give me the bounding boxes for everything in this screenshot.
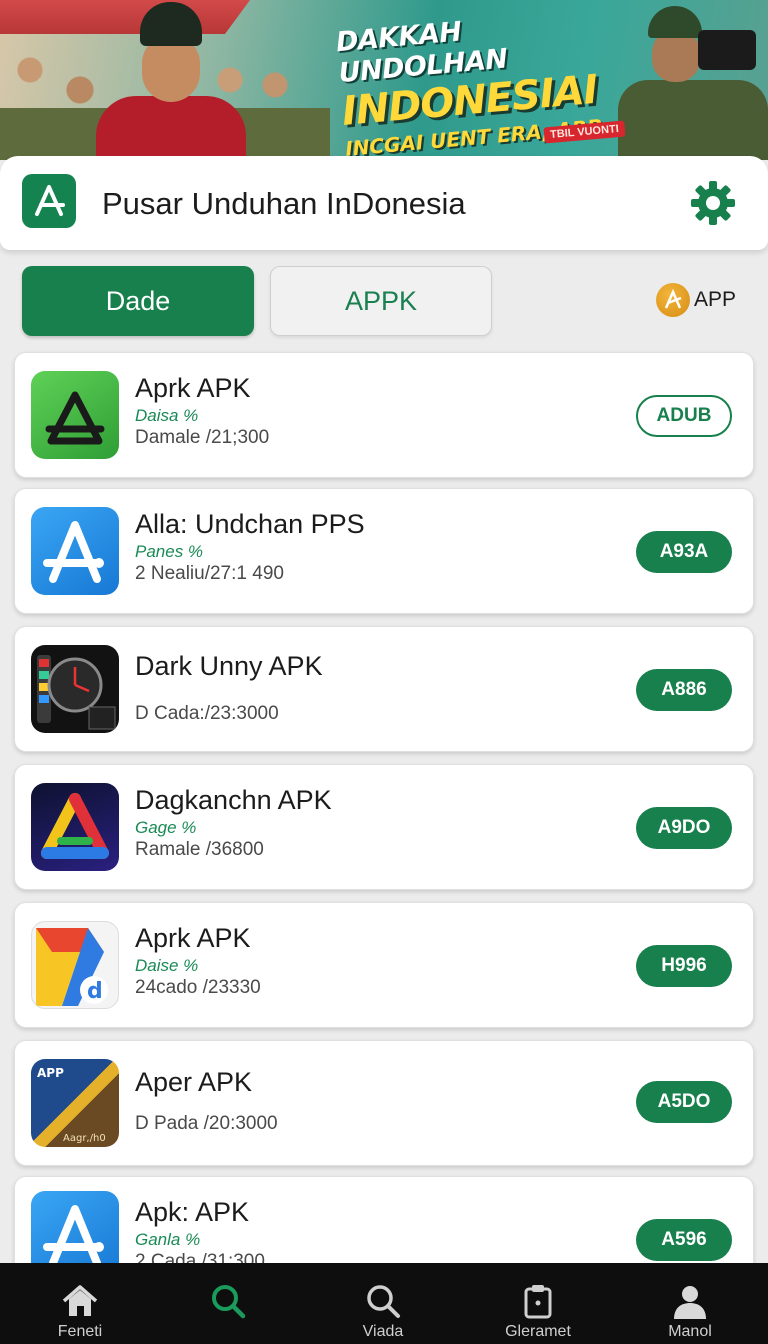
nav-item-viada[interactable]: Viada: [323, 1263, 443, 1344]
app-sub: Daise %: [135, 956, 199, 975]
tab-dade-label: Dade: [105, 285, 171, 316]
list-item[interactable]: d Aprk APK Daise % 24cado /23330 H996: [14, 902, 754, 1028]
search-icon: [367, 1285, 400, 1318]
app-meta: Damale /21;300: [135, 427, 270, 448]
triangle-app-icon: [31, 371, 119, 459]
app-action-button[interactable]: A596: [636, 1219, 732, 1261]
gear-icon[interactable]: [688, 178, 738, 228]
app-meta: D Pada /20:3000: [135, 1113, 278, 1134]
app-sub: Gage %: [135, 818, 197, 837]
app-action-button[interactable]: A93A: [636, 531, 732, 573]
app-name: Dark Unny APK: [135, 651, 323, 681]
app-action-button[interactable]: A9DO: [636, 807, 732, 849]
app-action-button[interactable]: H996: [636, 945, 732, 987]
store-app-icon: [31, 507, 119, 595]
rainbow-triangle-icon: [31, 783, 119, 871]
list-item[interactable]: Dagkanchn APK Gage % Ramale /36800 A9DO: [14, 764, 754, 890]
app-name: Apk: APK: [135, 1197, 250, 1227]
tab-appk[interactable]: APPK: [270, 266, 492, 336]
list-item[interactable]: APP Aagr,/h0 Aper APK D Pada /20:3000 A5…: [14, 1040, 754, 1166]
app-meta: 24cado /23330: [135, 977, 261, 998]
nav-label: Viada: [362, 1323, 404, 1340]
app-header: Pusar Unduhan InDonesia: [0, 156, 768, 250]
tab-dade[interactable]: Dade: [22, 266, 254, 336]
home-icon: [62, 1285, 98, 1316]
d-app-icon: d: [31, 921, 119, 1009]
list-item[interactable]: Alla: Undchan PPS Panes % 2 Nealiu/27:1 …: [14, 488, 754, 614]
app-chip[interactable]: APP: [656, 282, 736, 318]
app-chip-label: APP: [694, 288, 737, 311]
clipboard-icon: [524, 1285, 552, 1319]
nav-item-gleramet[interactable]: Gleramet: [478, 1263, 598, 1344]
app-sub: Daisa %: [135, 406, 199, 425]
app-action-button[interactable]: A886: [636, 669, 732, 711]
app-name: Aper APK: [135, 1067, 253, 1097]
app-name: Dagkanchn APK: [135, 785, 332, 815]
list-item[interactable]: Aprk APK Daisa % Damale /21;300 ADUB: [14, 352, 754, 478]
nav-label: Manol: [668, 1323, 712, 1340]
banner-officer: [96, 0, 246, 160]
svg-text:d: d: [87, 979, 103, 1004]
app-meta: Ramale /36800: [135, 839, 264, 860]
page-title: Pusar Unduhan InDonesia: [102, 186, 466, 221]
app-logo-icon: [22, 174, 76, 228]
aper-icon-bottom-text: Aagr,/h0: [63, 1133, 106, 1144]
app-action-button[interactable]: A5DO: [636, 1081, 732, 1123]
coin-icon: [656, 283, 690, 317]
nav-label: Feneti: [57, 1323, 103, 1340]
nav-item-home[interactable]: Feneti: [20, 1263, 140, 1344]
app-action-button[interactable]: ADUB: [636, 395, 732, 437]
nav-label: Gleramet: [505, 1323, 571, 1340]
app-meta: 2 Nealiu/27:1 490: [135, 563, 284, 584]
aper-icon-top-text: APP: [37, 1066, 64, 1080]
app-name: Alla: Undchan PPS: [135, 509, 365, 539]
nav-item-manol[interactable]: Manol: [630, 1263, 750, 1344]
app-sub: Panes %: [135, 542, 204, 561]
search-icon-active: [212, 1285, 246, 1319]
list-item[interactable]: Dark Unny APK D Cada:/23:3000 A886: [14, 626, 754, 752]
promo-banner[interactable]: DAKKAH UNDOLHAN INDONESIAI INCGAI UENT E…: [0, 0, 768, 160]
app-sub: Ganla %: [135, 1230, 201, 1249]
app-meta: D Cada:/23:3000: [135, 703, 279, 724]
app-name: Aprk APK: [135, 373, 251, 403]
tab-appk-label: APPK: [344, 285, 418, 316]
nav-item-search-active[interactable]: [168, 1263, 288, 1344]
bottom-nav: Feneti Viada Gleramet Manol: [0, 1263, 768, 1344]
aper-app-icon: APP Aagr,/h0: [31, 1059, 119, 1147]
watch-app-icon: [31, 645, 119, 733]
app-name: Aprk APK: [135, 923, 251, 953]
profile-icon: [674, 1286, 706, 1319]
